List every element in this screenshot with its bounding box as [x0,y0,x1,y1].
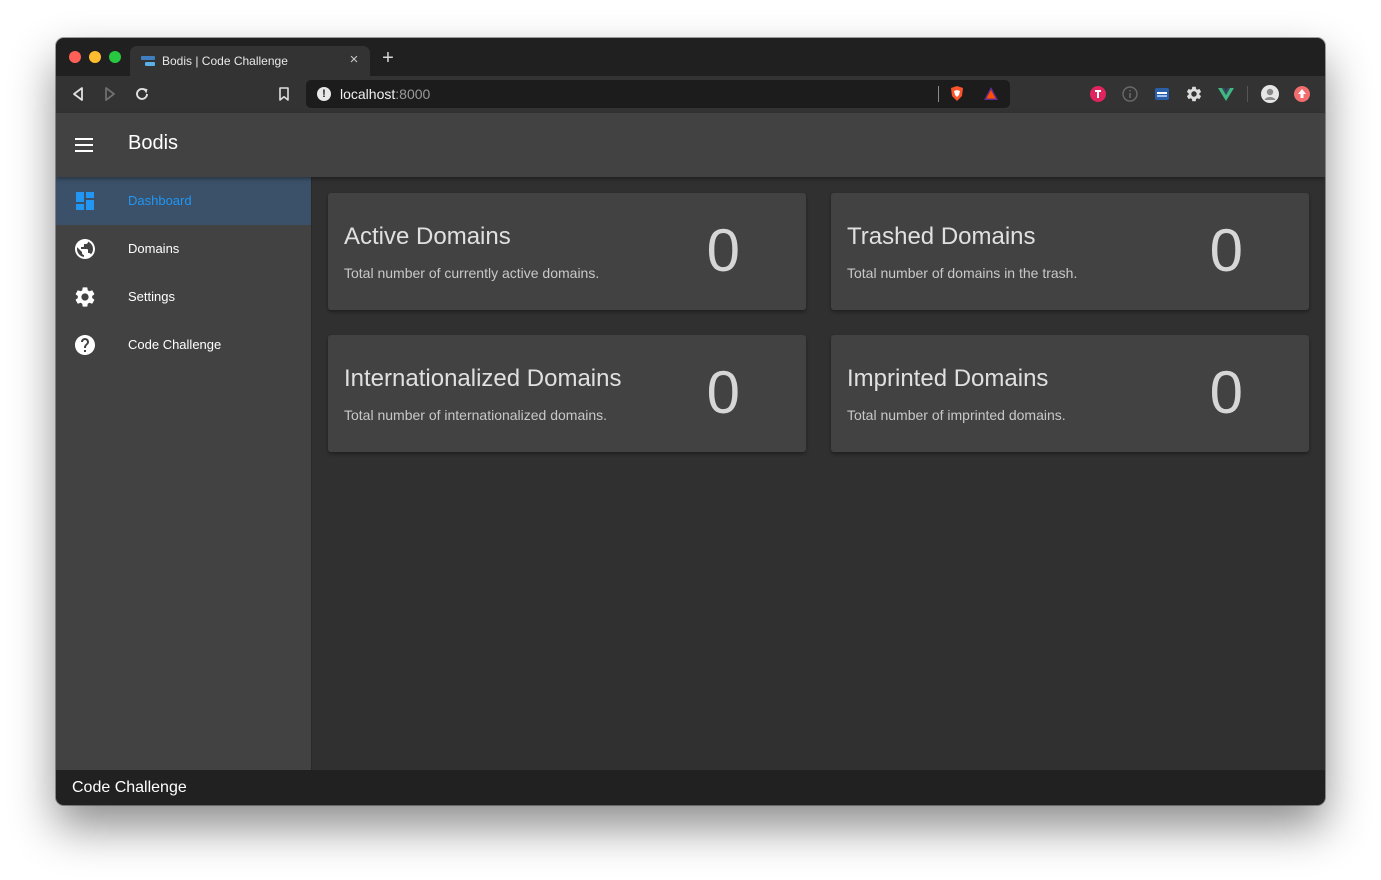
reload-icon[interactable] [132,84,152,104]
vue-devtools-icon[interactable] [1217,85,1235,103]
forward-icon[interactable] [100,84,120,104]
toolbar-divider [1247,86,1248,102]
sidebar-item-label: Dashboard [128,193,192,208]
minimize-window-button[interactable] [89,51,101,63]
sidebar-item-label: Settings [128,289,175,304]
url-port: :8000 [395,86,431,102]
sidebar-item-domains[interactable]: Domains [56,225,311,273]
app-footer: Code Challenge [56,770,1325,805]
stat-card-active-domains: Active Domains Total number of currently… [328,193,806,310]
help-icon [75,335,95,355]
app-title: Bodis [128,132,179,154]
globe-icon [75,239,95,259]
brave-shields-icon[interactable] [948,85,966,103]
stat-card-internationalized-domains: Internationalized Domains Total number o… [328,335,806,452]
profile-avatar-icon[interactable] [1261,85,1279,103]
footer-text: Code Challenge [72,779,187,796]
update-icon[interactable] [1293,85,1311,103]
tab-strip: Bodis | Code Challenge × + [56,38,1325,76]
browser-window: Bodis | Code Challenge × + ! localhost:8… [56,38,1325,805]
sidebar-item-label: Code Challenge [128,337,222,352]
app-root: Bodis Dashboard Domains Settings Code Ch… [56,113,1325,805]
card-subtitle: Total number of internationalized domain… [344,407,608,423]
tab-title: Bodis | Code Challenge [162,54,288,68]
card-count: 0 [1209,217,1243,284]
card-subtitle: Total number of imprinted domains. [847,407,1066,423]
url-text: localhost:8000 [340,86,430,102]
card-title: Imprinted Domains [847,365,1049,392]
card-count: 0 [706,359,740,426]
extension-red-icon[interactable] [1089,85,1107,103]
sidebar-item-dashboard[interactable]: Dashboard [56,177,311,225]
close-tab-icon[interactable]: × [346,52,362,68]
stat-card-trashed-domains: Trashed Domains Total number of domains … [831,193,1309,310]
extension-gear-icon[interactable] [1185,85,1203,103]
sidebar-item-settings[interactable]: Settings [56,273,311,321]
maximize-window-button[interactable] [109,51,121,63]
bookmark-icon[interactable] [274,84,294,104]
sidebar-item-label: Domains [128,241,180,256]
menu-icon[interactable] [72,133,96,157]
site-info-icon[interactable]: ! [317,87,331,101]
card-count: 0 [706,217,740,284]
card-count: 0 [1209,359,1243,426]
extension-info-icon[interactable] [1121,85,1139,103]
card-title: Active Domains [344,223,511,250]
new-tab-button[interactable]: + [378,48,398,68]
extension-window-icon[interactable] [1153,85,1171,103]
close-window-button[interactable] [69,51,81,63]
card-title: Trashed Domains [847,223,1036,250]
stat-card-imprinted-domains: Imprinted Domains Total number of imprin… [831,335,1309,452]
address-bar[interactable]: ! localhost:8000 [306,80,1010,108]
brave-rewards-icon[interactable] [982,85,1000,103]
card-subtitle: Total number of domains in the trash. [847,265,1078,281]
browser-tab[interactable]: Bodis | Code Challenge × [130,46,370,76]
navigation-drawer: Dashboard Domains Settings Code Challeng… [56,177,312,770]
card-subtitle: Total number of currently active domains… [344,265,600,281]
url-host: localhost [340,86,396,102]
browser-toolbar: ! localhost:8000 [56,76,1325,113]
dashboard-content: Active Domains Total number of currently… [312,177,1325,770]
sidebar-item-code-challenge[interactable]: Code Challenge [56,321,311,369]
back-icon[interactable] [68,84,88,104]
gear-icon [75,287,95,307]
address-bar-divider [938,86,939,102]
favicon-icon [141,56,155,66]
dashboard-icon [76,192,94,210]
app-bar: Bodis [56,113,1325,177]
card-title: Internationalized Domains [344,365,622,392]
